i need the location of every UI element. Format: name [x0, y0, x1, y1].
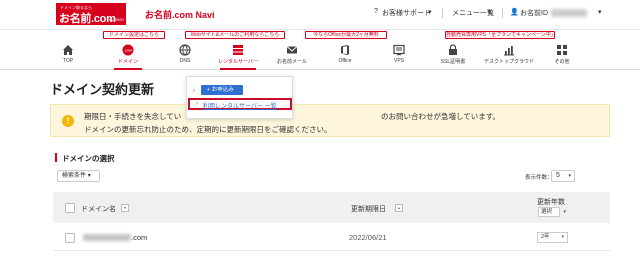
support-icon: ? — [374, 8, 378, 15]
chevron-down-icon: ▾ — [568, 173, 571, 179]
nav-label: お名前メール — [276, 59, 307, 65]
user-icon: 👤 — [510, 9, 519, 16]
nav-label: レンタルサーバー — [218, 59, 258, 65]
home-icon — [63, 45, 73, 55]
domain-icon: .com — [122, 44, 134, 56]
chevron-right-icon: › — [193, 88, 195, 94]
grid-icon — [557, 45, 567, 55]
filter-label: 検索条件 — [62, 173, 87, 179]
nav-mail[interactable]: お名前メール — [270, 40, 314, 70]
rental-server-list-link[interactable]: 利用レンタルサーバー 一覧 — [203, 101, 277, 110]
bulk-years-label: 選択 — [541, 209, 553, 215]
banner-domain-settings[interactable]: ドメイン設定はこちら — [103, 31, 165, 39]
nav-domain[interactable]: .com ドメイン — [106, 40, 150, 70]
nav-top[interactable]: TOP — [46, 40, 90, 70]
select-all-checkbox[interactable] — [65, 203, 75, 213]
nav-ssl[interactable]: SSL証明書 — [431, 40, 475, 70]
user-chevron-icon: ▾ — [598, 9, 602, 16]
chevron-down-icon: ▾ — [87, 173, 91, 179]
nav-office[interactable]: Office — [323, 40, 367, 70]
count-select[interactable]: 5 ▾ — [551, 170, 575, 182]
alert-line1b: のお問い合わせが急増しています。 — [381, 112, 501, 121]
renewal-years-value: 2年 — [541, 234, 550, 240]
info-icon: ! — [62, 115, 74, 127]
global-nav: TOP .com ドメイン DNS レンタルサーバー お名前メール Office… — [0, 40, 640, 70]
nav-dns[interactable]: DNS — [163, 40, 207, 70]
sort-domain-button[interactable]: ▾ — [121, 204, 129, 212]
vps-icon — [393, 44, 405, 56]
onamae-logo[interactable]: ドメイン取るなら お名前.com by GMO — [56, 3, 126, 25]
nav-label: DNS — [179, 58, 191, 64]
navi-title[interactable]: お名前.com Navi — [145, 8, 215, 21]
search-filter-button[interactable]: 検索条件 ▾ — [57, 170, 100, 182]
page-title: ドメイン契約更新 — [50, 82, 155, 97]
support-chevron-icon: ▾ — [428, 9, 432, 16]
col-expiry: 更新期限日 — [351, 206, 386, 213]
top-bar: ドメイン取るなら お名前.com by GMO お名前.com Navi ? お… — [0, 0, 640, 30]
chart-icon — [504, 46, 514, 56]
table-row: .com 2022/06/21 2年 ▾ — [53, 225, 610, 251]
alert-line2: ドメインの更新忘れ防止のため、定期的に更新期限日をご確認ください。 — [84, 125, 332, 134]
bulk-years-select[interactable]: 選択 ▾ — [538, 207, 566, 217]
user-id-label[interactable]: お名前ID — [520, 8, 548, 18]
renewal-years-select[interactable]: 2年 ▾ — [537, 232, 568, 243]
domain-name-redacted — [83, 234, 131, 241]
table-header: ドメイン名 ▾ 更新期限日 ▴ 更新年数 選択 ▾ — [53, 192, 610, 223]
office-icon — [341, 45, 349, 55]
divider — [502, 8, 503, 18]
col-domain: ドメイン名 — [81, 206, 116, 213]
promo-banners: ドメイン設定はこちら Webサイト&メールのご利用ならこちら 今ならOffice… — [0, 30, 640, 39]
dns-icon — [179, 44, 191, 56]
logo-sub: by GMO — [109, 17, 124, 22]
expiry-date: 2022/06/21 — [349, 233, 387, 242]
row-checkbox[interactable] — [65, 233, 75, 243]
chevron-right-icon: › — [196, 101, 198, 107]
rental-server-dropdown: › + お申込み › 利用レンタルサーバー 一覧 — [186, 76, 293, 119]
support-link[interactable]: お客様サポート — [382, 8, 431, 18]
nav-label: Office — [338, 58, 352, 64]
banner-office[interactable]: 今ならOfficeが最大2ヶ月無料 — [305, 31, 387, 39]
nav-other[interactable]: その他 — [540, 40, 584, 70]
nav-label: ドメイン — [117, 59, 138, 65]
banner-vps[interactable]: 自動売買専用VPS「全プランでキャンペーン中」 — [445, 31, 556, 39]
nav-label: SSL証明書 — [440, 59, 466, 65]
server-icon — [233, 45, 243, 55]
col-years: 更新年数 — [537, 199, 565, 206]
nav-label: デスクトップクラウド — [483, 59, 534, 65]
apply-label: お申込み — [211, 87, 234, 93]
user-id-redacted — [551, 9, 587, 17]
count-label: 表示件数： — [525, 175, 553, 181]
banner-web-mail[interactable]: Webサイト&メールのご利用ならこちら — [185, 31, 285, 39]
mail-icon — [286, 46, 298, 54]
nav-label: その他 — [554, 59, 570, 65]
nav-vps[interactable]: VPS — [377, 40, 421, 70]
nav-rental-server[interactable]: レンタルサーバー — [212, 40, 264, 70]
menu-chevron-icon: ▾ — [488, 9, 492, 16]
divider — [442, 8, 443, 18]
chevron-down-icon: ▾ — [563, 209, 566, 215]
count-value: 5 — [556, 172, 560, 179]
section-title: ドメインの選択 — [55, 153, 115, 164]
domain-tld: .com — [131, 233, 148, 242]
nav-label: TOP — [62, 58, 74, 64]
lock-icon — [449, 44, 457, 55]
nav-desktop-cloud[interactable]: デスクトップクラウド — [480, 40, 538, 70]
sort-expiry-button[interactable]: ▴ — [395, 204, 403, 212]
apply-button[interactable]: + お申込み — [201, 85, 243, 95]
alert-line1a: 期限日・手続きを失念してい — [84, 112, 182, 121]
alert-banner: ! 期限日・手続きを失念してい のお問い合わせが急増しています。 ドメインの更新… — [50, 104, 610, 137]
nav-label: VPS — [393, 58, 404, 64]
chevron-down-icon: ▾ — [561, 234, 564, 240]
logo-text: お名前.com — [59, 13, 116, 25]
svg-text:.com: .com — [124, 48, 133, 53]
